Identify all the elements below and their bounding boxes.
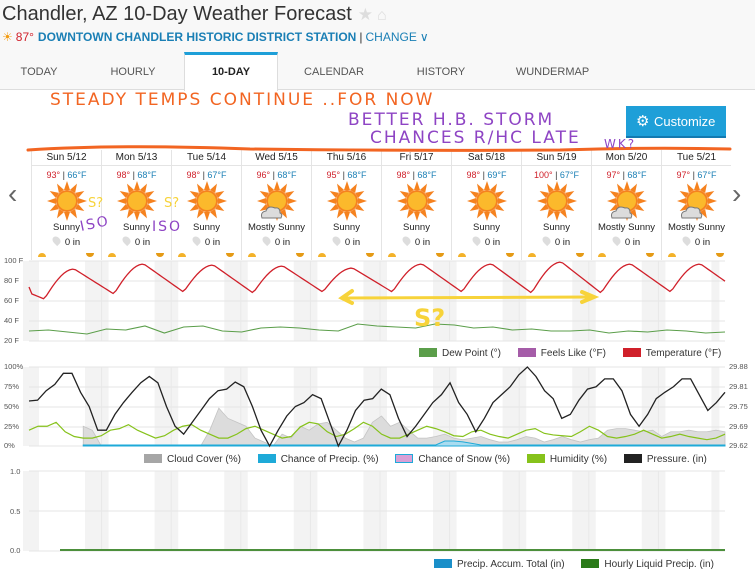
y-tick-right: 29.62: [729, 441, 748, 450]
y-tick-right: 29.75: [729, 402, 748, 411]
annotation-wk: WK?: [604, 137, 637, 151]
y-tick: 50%: [4, 402, 20, 411]
annotation-storm-2: S?: [164, 196, 180, 211]
legend-cloud-cover[interactable]: Cloud Cover (%): [144, 454, 241, 465]
legend-hourly-precip[interactable]: Hourly Liquid Precip. (in): [581, 559, 714, 570]
annotation-arrow-line: [343, 295, 592, 300]
legend-precip-accum[interactable]: Precip. Accum. Total (in): [434, 559, 565, 570]
annotation-iso-2: ISO: [152, 219, 183, 235]
legend-dew-point[interactable]: Dew Point (°): [419, 348, 501, 359]
y-tick: 75%: [4, 382, 20, 391]
y-tick: 100 F: [4, 256, 24, 265]
legend-feels-like[interactable]: Feels Like (°F): [517, 348, 606, 359]
legend-temperature[interactable]: Temperature (°F): [622, 348, 721, 359]
temp-legend: Dew Point (°) Feels Like (°F) Temperatur…: [405, 348, 721, 359]
y-tick-right: 29.88: [729, 362, 748, 371]
legend-pressure[interactable]: Pressure. (in): [623, 454, 707, 465]
y-tick: 80 F: [4, 276, 20, 285]
y-tick-right: 29.81: [729, 382, 748, 391]
annotation-better-storm: BETTER H.B. STORM: [348, 110, 555, 130]
y-tick-right: 29.69: [729, 422, 748, 431]
y-tick: 1.0: [10, 467, 21, 476]
y-tick: 0%: [4, 441, 15, 450]
annotation-storm-1: S?: [88, 196, 104, 211]
annotation-steady-temps: STEADY TEMPS CONTINUE ..FOR NOW: [50, 90, 435, 110]
legend-chance-precip[interactable]: Chance of Precip. (%): [257, 454, 379, 465]
y-tick: 100%: [4, 362, 24, 371]
y-tick: 40 F: [4, 316, 20, 325]
legend-humidity[interactable]: Humidity (%): [526, 454, 607, 465]
precip-legend: Precip. Accum. Total (in) Hourly Liquid …: [420, 559, 714, 570]
sky-legend: Cloud Cover (%) Chance of Precip. (%) Ch…: [130, 454, 707, 465]
annotation-storm-3: S?: [414, 304, 446, 332]
annotation-chances: CHANCES R/HC LATE: [370, 128, 581, 148]
forecast-charts: [23, 145, 732, 552]
y-tick: 20 F: [4, 336, 20, 345]
y-tick: 0.5: [10, 507, 21, 516]
y-tick: 0.0: [10, 546, 21, 555]
y-tick: 60 F: [4, 296, 20, 305]
legend-chance-snow[interactable]: Chance of Snow (%): [395, 454, 510, 465]
y-tick: 25%: [4, 422, 20, 431]
